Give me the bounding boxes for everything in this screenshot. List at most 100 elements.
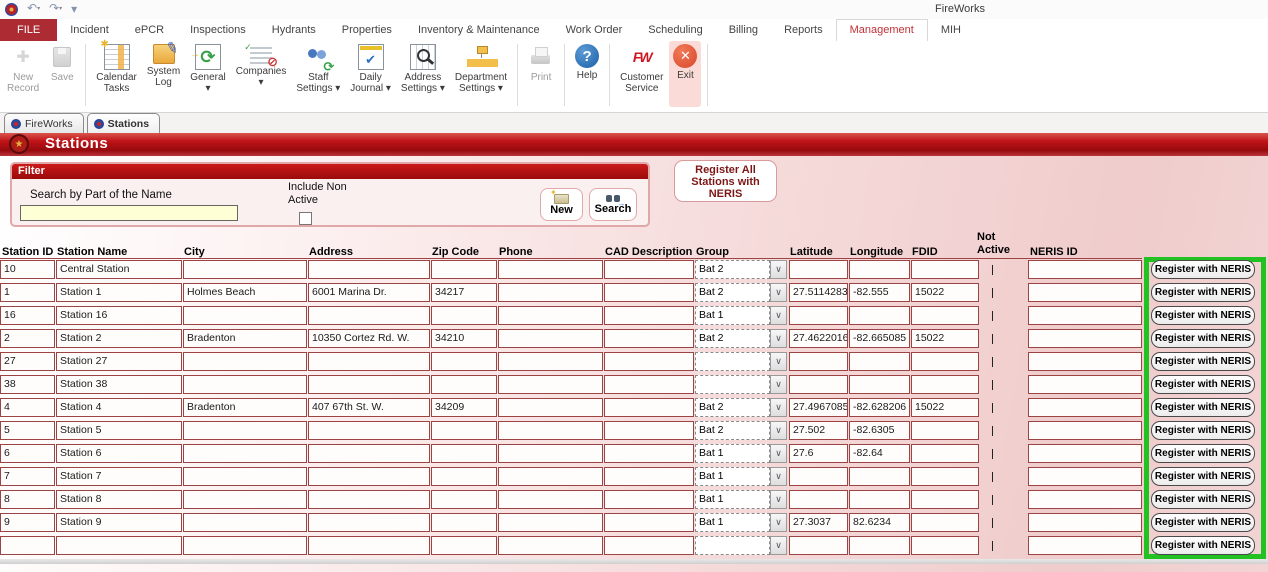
system-log-button[interactable]: System Log xyxy=(143,41,184,107)
cell-phone[interactable] xyxy=(498,398,603,417)
cell-zip-code[interactable] xyxy=(431,536,497,555)
cell-phone[interactable] xyxy=(498,329,603,348)
cell-station-id[interactable]: 7 xyxy=(0,467,55,486)
cell-station-id[interactable] xyxy=(0,536,55,555)
cell-address[interactable] xyxy=(308,467,430,486)
cell-fdid[interactable]: 15022 xyxy=(911,283,979,302)
cell-city[interactable] xyxy=(183,375,307,394)
cell-longitude[interactable]: -82.555 xyxy=(849,283,910,302)
group-combobox[interactable]: Bat 1 xyxy=(695,513,788,532)
cell-cad-description[interactable] xyxy=(604,375,694,394)
chevron-down-icon[interactable] xyxy=(770,329,787,348)
ribbon-tab-inventory-maintenance[interactable]: Inventory & Maintenance xyxy=(405,19,553,41)
cell-cad-description[interactable] xyxy=(604,467,694,486)
cell-neris-id[interactable] xyxy=(1028,467,1142,486)
cell-phone[interactable] xyxy=(498,444,603,463)
doc-tab-fireworks[interactable]: FireWorks xyxy=(4,113,84,133)
not-active-checkbox[interactable] xyxy=(992,495,993,505)
cell-neris-id[interactable] xyxy=(1028,536,1142,555)
cell-zip-code[interactable]: 34217 xyxy=(431,283,497,302)
not-active-checkbox[interactable] xyxy=(992,449,993,459)
cell-zip-code[interactable] xyxy=(431,467,497,486)
register-with-neris-button[interactable]: Register with NERIS xyxy=(1151,444,1255,463)
cell-latitude[interactable] xyxy=(789,306,848,325)
cell-longitude[interactable] xyxy=(849,306,910,325)
cell-city[interactable] xyxy=(183,306,307,325)
chevron-down-icon[interactable] xyxy=(770,467,787,486)
cell-zip-code[interactable] xyxy=(431,260,497,279)
cell-station-id[interactable]: 4 xyxy=(0,398,55,417)
cell-address[interactable]: 10350 Cortez Rd. W. xyxy=(308,329,430,348)
cell-station-id[interactable]: 6 xyxy=(0,444,55,463)
cell-latitude[interactable] xyxy=(789,467,848,486)
new-record-button[interactable]: New Record xyxy=(3,41,43,107)
cell-city[interactable]: Bradenton xyxy=(183,398,307,417)
cell-fdid[interactable] xyxy=(911,536,979,555)
cell-address[interactable] xyxy=(308,260,430,279)
cell-station-id[interactable]: 16 xyxy=(0,306,55,325)
register-with-neris-button[interactable]: Register with NERIS xyxy=(1151,375,1255,394)
cell-neris-id[interactable] xyxy=(1028,444,1142,463)
chevron-down-icon[interactable] xyxy=(770,283,787,302)
cell-city[interactable]: Holmes Beach xyxy=(183,283,307,302)
cell-longitude[interactable] xyxy=(849,260,910,279)
cell-latitude[interactable] xyxy=(789,375,848,394)
calendar-tasks-button[interactable]: Calendar Tasks xyxy=(92,41,141,107)
cell-city[interactable] xyxy=(183,536,307,555)
cell-fdid[interactable] xyxy=(911,375,979,394)
cell-latitude[interactable] xyxy=(789,260,848,279)
search-button[interactable]: Search xyxy=(589,188,637,221)
cell-fdid[interactable]: 15022 xyxy=(911,398,979,417)
register-with-neris-button[interactable]: Register with NERIS xyxy=(1151,513,1255,532)
not-active-checkbox[interactable] xyxy=(992,426,993,436)
chevron-down-icon[interactable] xyxy=(770,513,787,532)
not-active-checkbox[interactable] xyxy=(992,288,993,298)
doc-tab-stations[interactable]: Stations xyxy=(87,113,160,133)
cell-phone[interactable] xyxy=(498,536,603,555)
cell-fdid[interactable] xyxy=(911,444,979,463)
cell-address[interactable] xyxy=(308,352,430,371)
cell-phone[interactable] xyxy=(498,375,603,394)
chevron-down-icon[interactable] xyxy=(770,536,787,555)
cell-station-name[interactable]: Station 4 xyxy=(56,398,182,417)
cell-station-id[interactable]: 5 xyxy=(0,421,55,440)
cell-city[interactable] xyxy=(183,352,307,371)
cell-zip-code[interactable] xyxy=(431,421,497,440)
group-combobox[interactable] xyxy=(695,375,788,394)
not-active-checkbox[interactable] xyxy=(992,380,993,390)
cell-latitude[interactable] xyxy=(789,490,848,509)
qat-customize-icon[interactable]: ▾ xyxy=(71,3,77,16)
group-combobox[interactable]: Bat 2 xyxy=(695,421,788,440)
group-combobox[interactable]: Bat 2 xyxy=(695,398,788,417)
cell-cad-description[interactable] xyxy=(604,421,694,440)
companies-button[interactable]: Companies ▾ xyxy=(232,41,291,107)
cell-station-name[interactable]: Station 27 xyxy=(56,352,182,371)
cell-longitude[interactable] xyxy=(849,375,910,394)
cell-zip-code[interactable]: 34209 xyxy=(431,398,497,417)
cell-longitude[interactable] xyxy=(849,490,910,509)
cell-latitude[interactable]: 27.3037 xyxy=(789,513,848,532)
cell-longitude[interactable]: -82.64 xyxy=(849,444,910,463)
chevron-down-icon[interactable] xyxy=(770,444,787,463)
cell-zip-code[interactable] xyxy=(431,490,497,509)
cell-cad-description[interactable] xyxy=(604,490,694,509)
cell-longitude[interactable]: 82.6234 xyxy=(849,513,910,532)
group-combobox[interactable]: Bat 2 xyxy=(695,260,788,279)
cell-station-id[interactable]: 27 xyxy=(0,352,55,371)
cell-zip-code[interactable] xyxy=(431,306,497,325)
ribbon-tab-management[interactable]: Management xyxy=(836,19,928,41)
ribbon-tab-inspections[interactable]: Inspections xyxy=(177,19,259,41)
not-active-checkbox[interactable] xyxy=(992,518,993,528)
not-active-checkbox[interactable] xyxy=(992,311,993,321)
cell-longitude[interactable] xyxy=(849,467,910,486)
register-with-neris-button[interactable]: Register with NERIS xyxy=(1151,467,1255,486)
cell-zip-code[interactable] xyxy=(431,444,497,463)
cell-cad-description[interactable] xyxy=(604,352,694,371)
cell-station-id[interactable]: 10 xyxy=(0,260,55,279)
cell-station-name[interactable]: Station 2 xyxy=(56,329,182,348)
cell-zip-code[interactable]: 34210 xyxy=(431,329,497,348)
cell-address[interactable]: 407 67th St. W. xyxy=(308,398,430,417)
ribbon-tab-mih[interactable]: MIH xyxy=(928,19,974,41)
register-with-neris-button[interactable]: Register with NERIS xyxy=(1151,536,1255,555)
cell-address[interactable] xyxy=(308,306,430,325)
